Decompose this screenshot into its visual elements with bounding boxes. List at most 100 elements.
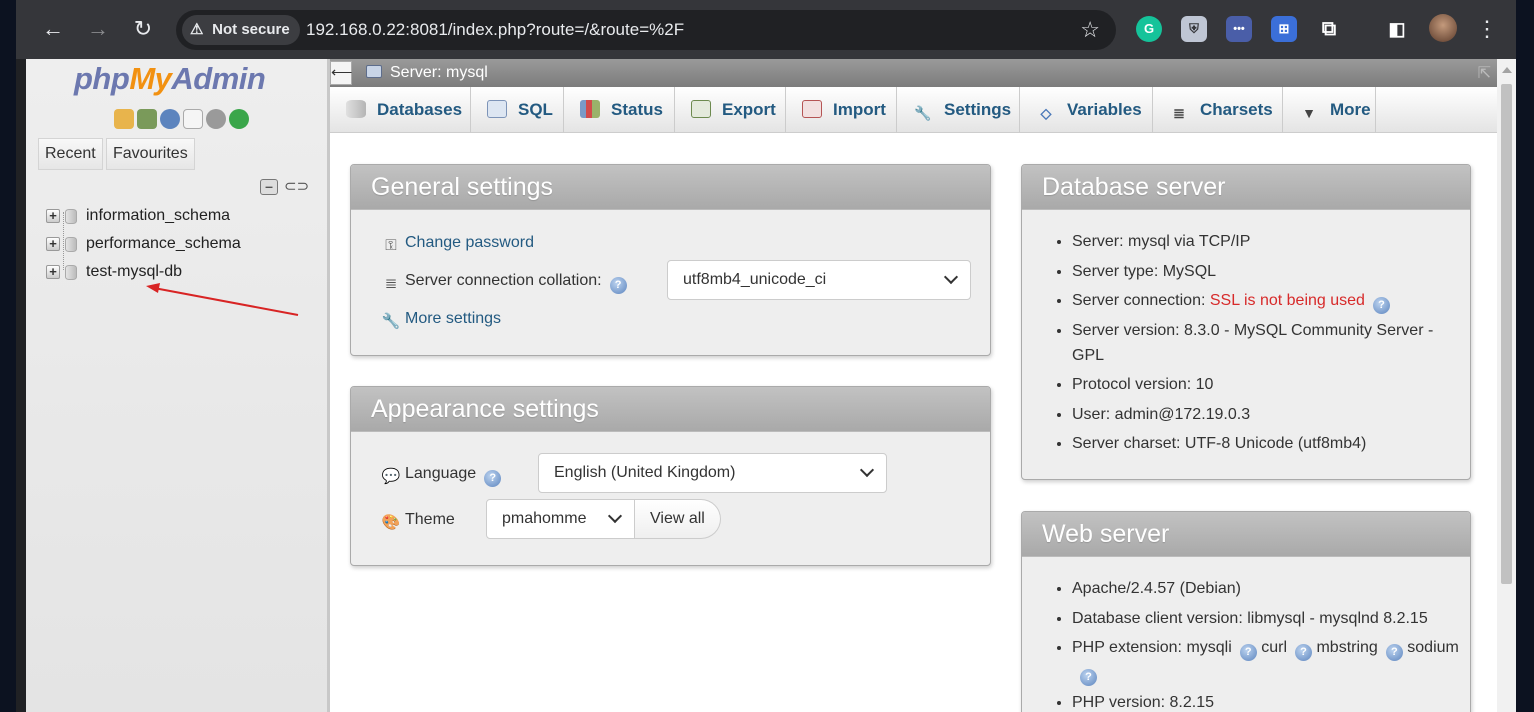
database-icon — [346, 100, 366, 118]
server-charset: Server charset: UTF-8 Unicode (utf8mb4) — [1072, 432, 1462, 457]
nav-quick-icons — [114, 109, 252, 131]
profile-avatar[interactable] — [1429, 14, 1457, 42]
help-icon[interactable]: ? — [1080, 669, 1097, 686]
back-arrow-icon[interactable]: ← — [38, 14, 68, 44]
appearance-settings-box: Appearance settings 💬 Language? English (… — [350, 386, 991, 566]
recent-tab[interactable]: Recent — [38, 138, 103, 170]
variables-icon: ◇ — [1040, 105, 1052, 121]
palette-icon: 🎨 — [381, 514, 401, 531]
php-version: PHP version: 8.2.15 — [1072, 691, 1462, 712]
change-password-link[interactable]: Change password — [405, 234, 534, 251]
shield-extension-icon[interactable]: ⛨ — [1181, 16, 1207, 42]
db-client-version: Database client version: libmysql - mysq… — [1072, 607, 1462, 632]
php-extensions: PHP extension: mysqli? curl? mbstring? s… — [1072, 636, 1462, 686]
tab-import[interactable]: Import — [786, 87, 897, 133]
tree-item-information-schema[interactable]: + information_schema — [46, 202, 316, 230]
vertical-scrollbar[interactable] — [1497, 59, 1516, 712]
database-icon — [65, 237, 77, 252]
wrench-icon: 🔧 — [914, 105, 932, 121]
general-settings-title: General settings — [351, 165, 990, 210]
side-panel-icon[interactable]: ◧ — [1384, 16, 1410, 42]
help-icon[interactable]: ? — [1295, 644, 1313, 661]
tree-item-performance-schema[interactable]: + performance_schema — [46, 230, 316, 258]
server-breadcrumb-bar: ⟵ Server: mysql ⇱ — [330, 59, 1497, 87]
help-icon[interactable]: ? — [609, 277, 627, 294]
language-select[interactable]: English (United Kingdom) — [538, 453, 887, 493]
language-icon: 💬 — [381, 468, 401, 485]
appearance-settings-title: Appearance settings — [351, 387, 990, 432]
database-name[interactable]: information_schema — [86, 202, 230, 230]
collation-icon: ≣ — [384, 275, 398, 292]
scrollbar-thumb[interactable] — [1501, 84, 1512, 584]
server-version: Server version: 8.3.0 - MySQL Community … — [1072, 319, 1462, 368]
home-icon[interactable] — [114, 109, 134, 129]
reload-navigation-icon[interactable] — [229, 109, 249, 129]
link-with-main-panel-icon[interactable]: ⊂⊃ — [284, 177, 309, 195]
expand-icon[interactable]: + — [46, 209, 60, 223]
help-icon[interactable]: ? — [1239, 644, 1257, 661]
scroll-up-arrow-icon[interactable] — [1502, 67, 1512, 73]
tab-settings[interactable]: 🔧 Settings — [897, 87, 1020, 133]
browser-menu-icon[interactable]: ⋮ — [1476, 14, 1498, 44]
more-settings-row: 🔧 More settings — [381, 307, 501, 331]
scroll-top-icon[interactable]: ⇱ — [1478, 63, 1491, 83]
chevron-down-icon — [859, 462, 875, 478]
sql-icon — [487, 100, 507, 118]
help-icon[interactable]: ? — [1372, 297, 1390, 314]
language-label: Language — [405, 465, 477, 482]
import-icon — [802, 100, 822, 118]
help-icon[interactable] — [160, 109, 180, 129]
collation-select[interactable]: utf8mb4_unicode_ci — [667, 260, 971, 300]
collation-row: ≣ Server connection collation:? — [381, 269, 627, 294]
logout-icon[interactable] — [137, 109, 157, 129]
apache-version: Apache/2.4.57 (Debian) — [1072, 577, 1462, 602]
theme-row: 🎨 Theme — [381, 508, 455, 532]
dots-extension-icon[interactable]: ••• — [1226, 16, 1252, 42]
grammarly-extension-icon[interactable]: G — [1136, 16, 1162, 42]
documentation-icon[interactable] — [183, 109, 203, 129]
more-settings-link[interactable]: More settings — [405, 310, 501, 327]
bing-extension-icon[interactable]: ⊞ — [1271, 16, 1297, 42]
server-connection: Server connection: SSL is not being used… — [1072, 289, 1462, 314]
security-chip[interactable]: ⚠ Not secure — [182, 15, 300, 45]
view-all-themes-button[interactable]: View all — [635, 499, 721, 539]
server-host: Server: mysql via TCP/IP — [1072, 230, 1462, 255]
theme-label: Theme — [405, 511, 455, 528]
charsets-icon: ≣ — [1173, 105, 1185, 121]
database-icon — [65, 265, 77, 280]
url-text[interactable]: 192.168.0.22:8081/index.php?route=/&rout… — [306, 10, 684, 50]
tab-databases[interactable]: Databases — [330, 87, 471, 133]
expand-icon[interactable]: + — [46, 265, 60, 279]
tab-charsets[interactable]: ≣ Charsets — [1153, 87, 1283, 133]
forward-arrow-icon[interactable]: → — [83, 14, 113, 44]
server-type: Server type: MySQL — [1072, 260, 1462, 285]
tab-export[interactable]: Export — [675, 87, 786, 133]
bookmark-star-icon[interactable]: ☆ — [1080, 10, 1100, 50]
chevron-down-icon — [607, 508, 623, 524]
wrench-icon: 🔧 — [381, 313, 401, 330]
collapse-navigation-arrow-icon[interactable]: ⟵ — [330, 61, 353, 85]
general-settings-box: General settings ⚿ Change password ≣ Serve… — [350, 164, 991, 356]
expand-icon[interactable]: + — [46, 237, 60, 251]
phpmyadmin-logo[interactable]: phpMyAdmin — [74, 61, 266, 97]
web-server-info: Apache/2.4.57 (Debian) Database client v… — [1052, 577, 1462, 712]
extensions-puzzle-icon[interactable]: ⧉ — [1316, 16, 1342, 42]
warning-triangle-icon: ⚠ — [190, 21, 204, 38]
navigation-panel: phpMyAdmin Recent Favourites – ⊂⊃ + info… — [26, 59, 327, 712]
collapse-all-icon[interactable]: – — [260, 179, 278, 195]
database-name[interactable]: performance_schema — [86, 230, 241, 258]
help-icon[interactable]: ? — [1385, 644, 1403, 661]
gear-icon[interactable] — [206, 109, 226, 129]
reload-icon[interactable]: ↻ — [128, 14, 158, 44]
tab-more[interactable]: ▼ More — [1283, 87, 1376, 133]
theme-value: pmahomme — [502, 510, 587, 527]
theme-select[interactable]: pmahomme — [486, 499, 635, 539]
address-bar[interactable]: ⚠ Not secure 192.168.0.22:8081/index.php… — [176, 10, 1116, 50]
server-breadcrumb[interactable]: Server: mysql — [390, 59, 488, 87]
tab-status[interactable]: Status — [564, 87, 675, 133]
tab-variables[interactable]: ◇ Variables — [1020, 87, 1153, 133]
web-server-box: Web server Apache/2.4.57 (Debian) Databa… — [1021, 511, 1471, 712]
favourites-tab[interactable]: Favourites — [106, 138, 195, 170]
tab-sql[interactable]: SQL — [471, 87, 564, 133]
help-icon[interactable]: ? — [484, 470, 502, 487]
